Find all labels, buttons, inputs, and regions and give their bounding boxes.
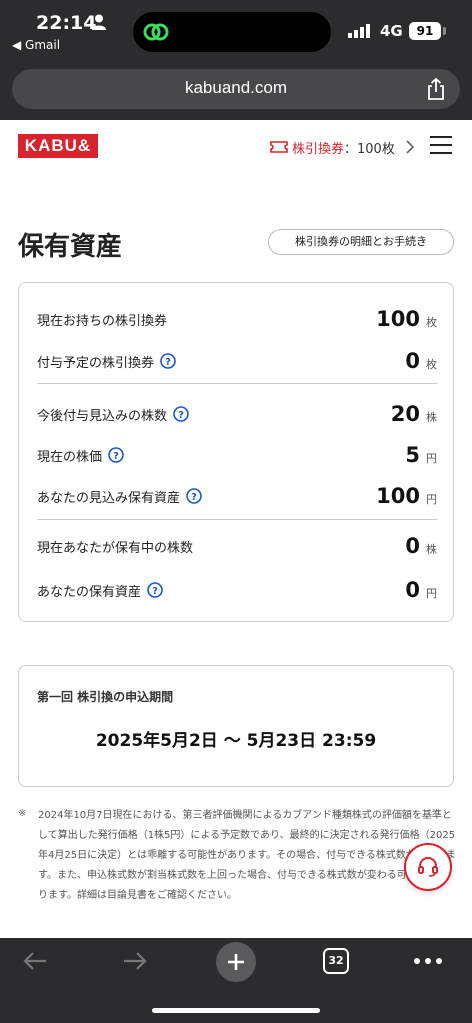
signal-icon bbox=[348, 24, 370, 38]
kabuand-logo[interactable]: KABU& bbox=[18, 134, 98, 158]
divider bbox=[37, 519, 437, 520]
ticket-count: ：100枚 bbox=[344, 141, 395, 157]
asset-row: 今後付与見込みの株数 ? 20 株 bbox=[37, 399, 437, 429]
asset-label: 現在あなたが保有中の株数 bbox=[37, 540, 194, 556]
asset-value: 0枚 bbox=[405, 349, 437, 373]
asset-value: 20 株 bbox=[390, 402, 437, 426]
back-arrow-icon[interactable] bbox=[22, 950, 48, 972]
svg-text:?: ? bbox=[191, 492, 197, 503]
asset-label: 今後付与見込みの株数 ? bbox=[37, 405, 189, 424]
link-icon bbox=[143, 23, 169, 41]
asset-row: 現在あなたが保有中の株数 0株 bbox=[37, 531, 437, 561]
status-time: 22:14 bbox=[36, 12, 97, 34]
asset-label: 現在お持ちの株引換券 bbox=[37, 313, 168, 329]
application-period-card: 第一回 株引換の申込期間 2025年5月2日 〜 5月23日 23:59 bbox=[18, 665, 454, 787]
headset-icon bbox=[418, 857, 438, 877]
back-to-app-link[interactable]: ◀ Gmail bbox=[12, 38, 60, 52]
page-title: 保有資産 bbox=[18, 232, 123, 262]
asset-value: 100 枚 bbox=[376, 307, 437, 331]
asset-value: 0株 bbox=[405, 534, 437, 558]
svg-text:?: ? bbox=[113, 451, 119, 462]
assets-card: 現在お持ちの株引換券 100 枚 付与予定の株引換券 ? 0枚 今後付与見込みの株… bbox=[18, 282, 454, 622]
network-type: 4G bbox=[380, 22, 403, 40]
address-bar[interactable]: kabuand.com bbox=[12, 69, 460, 109]
hamburger-menu-icon[interactable] bbox=[430, 135, 452, 155]
browser-toolbar: 32 bbox=[0, 938, 472, 1023]
help-icon[interactable]: ? bbox=[108, 447, 124, 463]
new-tab-button[interactable] bbox=[216, 942, 256, 982]
ticket-balance-link[interactable]: 株引換券 ：100枚 bbox=[270, 136, 415, 158]
svg-text:?: ? bbox=[178, 410, 184, 421]
asset-row: 現在の株価 ? 5円 bbox=[37, 440, 437, 470]
period-value: 2025年5月2日 〜 5月23日 23:59 bbox=[95, 731, 377, 751]
svg-text:?: ? bbox=[152, 586, 158, 597]
home-indicator[interactable] bbox=[152, 1008, 320, 1013]
divider bbox=[37, 383, 437, 384]
asset-row: 現在お持ちの株引換券 100 枚 bbox=[37, 304, 437, 334]
help-icon[interactable]: ? bbox=[160, 353, 176, 369]
asset-row: 付与予定の株引換券 ? 0枚 bbox=[37, 346, 437, 376]
battery-tip bbox=[443, 27, 446, 35]
asset-value: 5円 bbox=[405, 443, 437, 467]
asset-label: 現在の株価 ? bbox=[37, 446, 124, 465]
disclaimer-note: 2024年10月7日現在における、第三者評価機関によるカブアンド種類株式の評価額… bbox=[38, 810, 456, 901]
dynamic-island bbox=[133, 12, 331, 52]
tab-switcher-button[interactable]: 32 bbox=[323, 948, 349, 974]
chevron-right-icon bbox=[406, 140, 414, 154]
asset-label: 付与予定の株引換券 ? bbox=[37, 352, 176, 371]
asset-label: あなたの保有資産 ? bbox=[37, 581, 163, 600]
site-header: KABU& 株引換券 ：100枚 bbox=[0, 120, 472, 172]
svg-text:?: ? bbox=[165, 357, 171, 368]
asset-label: あなたの見込み保有資産 ? bbox=[37, 487, 202, 506]
note-mark: ※ bbox=[18, 808, 27, 819]
more-icon[interactable] bbox=[414, 958, 442, 964]
asset-row: あなたの見込み保有資産 ? 100 円 bbox=[37, 481, 437, 511]
asset-row: あなたの保有資産 ? 0円 bbox=[37, 575, 437, 605]
asset-value: 100 円 bbox=[376, 484, 437, 508]
period-label: 第一回 株引換の申込期間 bbox=[37, 690, 174, 704]
battery-icon: 91 bbox=[409, 22, 441, 40]
url-text: kabuand.com bbox=[184, 78, 288, 97]
share-icon[interactable] bbox=[426, 78, 446, 100]
help-icon[interactable]: ? bbox=[186, 488, 202, 504]
ticket-name: 株引換券 bbox=[292, 141, 345, 157]
support-chat-button[interactable] bbox=[404, 843, 452, 891]
help-icon[interactable]: ? bbox=[173, 406, 189, 422]
person-icon bbox=[92, 14, 106, 30]
browser-chrome-top: 22:14 ◀ Gmail 4G 91 kabuand.com bbox=[0, 0, 472, 120]
plus-icon bbox=[228, 954, 244, 970]
ticket-details-button[interactable]: 株引換券の明細とお手続き bbox=[268, 229, 454, 255]
help-icon[interactable]: ? bbox=[147, 582, 163, 598]
forward-arrow-icon[interactable] bbox=[122, 950, 148, 972]
asset-value: 0円 bbox=[405, 578, 437, 602]
ticket-icon bbox=[270, 141, 288, 153]
